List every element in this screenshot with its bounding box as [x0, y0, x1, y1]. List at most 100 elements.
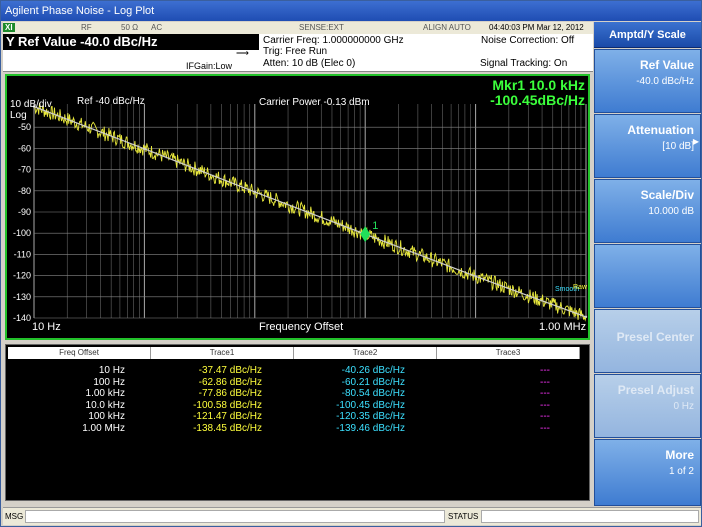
ref-value-value: -40.0 dBc/Hz	[636, 76, 694, 87]
title-bar: Agilent Phase Noise - Log Plot	[1, 1, 701, 21]
msg-label: MSG	[5, 512, 24, 521]
col-freq-offset: Freq Offset	[8, 347, 151, 359]
y-tick-label: -60	[18, 143, 31, 153]
app-window: Agilent Phase Noise - Log Plot XI RF 50 …	[0, 0, 702, 527]
msg-field	[25, 510, 445, 523]
ref-label: Ref -40 dBc/Hz	[77, 96, 145, 107]
freq-offset-cell: 100 Hz	[93, 376, 125, 388]
scale-label: 10 dB/div	[10, 99, 52, 110]
raw-trace-line	[33, 102, 587, 322]
coupling-label: AC	[151, 23, 163, 32]
freq-offset-cell: 1.00 kHz	[85, 388, 125, 399]
trace2-cell: -100.45 dBc/Hz	[336, 399, 405, 411]
more-title: More	[665, 448, 694, 462]
bottom-status-bar: MSG STATUS	[3, 507, 701, 525]
x-start-label: 10 Hz	[32, 321, 61, 333]
attenuation-softkey[interactable]: Attenuation [10 dB] ▶	[594, 114, 701, 178]
ref-value-softkey[interactable]: Ref Value -40.0 dBc/Hz	[594, 49, 701, 113]
y-tick-label: -90	[18, 207, 31, 217]
more-softkey[interactable]: More 1 of 2	[594, 439, 701, 506]
datetime-label: 04:40:03 PM Mar 12, 2012	[489, 23, 584, 32]
submenu-arrow-icon: ▶	[692, 137, 699, 146]
y-tick-label: -70	[18, 165, 31, 175]
active-function-ref-value: Y Ref Value -40.0 dBc/Hz	[3, 34, 259, 50]
trace3-cell: ---	[540, 365, 550, 376]
table-row: 10 Hz -37.47 dBc/Hz -40.26 dBc/Hz ---	[8, 365, 580, 376]
freq-offset-cell: 1.00 MHz	[82, 422, 125, 434]
y-tick-label: -120	[13, 271, 31, 281]
trace2-cell: -139.46 dBc/Hz	[336, 422, 405, 434]
y-tick-label: -140	[13, 313, 31, 323]
trace1-cell: -121.47 dBc/Hz	[193, 411, 262, 422]
freq-offset-cell: 10 Hz	[98, 365, 125, 376]
scale-div-value: 10.000 dB	[648, 206, 694, 217]
trace2-cell: -40.26 dBc/Hz	[341, 365, 405, 376]
smooth-trace-point	[143, 147, 146, 151]
carrier-power-label: Carrier Power -0.13 dBm	[259, 97, 370, 108]
table-row: 1.00 MHz -138.45 dBc/Hz -139.46 dBc/Hz ---	[8, 423, 580, 434]
y-tick-label: -130	[13, 292, 31, 302]
trace3-cell: ---	[540, 422, 550, 434]
col-trace2: Trace2	[294, 347, 437, 359]
y-tick-label: -100	[13, 228, 31, 238]
trace-table: Freq Offset Trace1 Trace2 Trace3 10 Hz -3…	[5, 344, 590, 501]
trace3-cell: ---	[540, 399, 550, 411]
align-label: ALIGN AUTO	[423, 23, 471, 32]
empty-softkey[interactable]	[594, 244, 701, 308]
presel-center-softkey[interactable]: Presel Center	[594, 309, 701, 373]
window-title: Agilent Phase Noise - Log Plot	[5, 5, 155, 17]
marker-id-label: 1	[372, 220, 378, 232]
carrier-freq: Carrier Freq: 1.000000000 GHz	[263, 35, 404, 46]
trig-mode: Trig: Free Run	[263, 46, 328, 57]
y-tick-label: -80	[18, 186, 31, 196]
marker-value: -100.45dBc/Hz	[490, 92, 585, 108]
phase-noise-graph[interactable]: -50 -60 -70 -80 -90 -100 -110 -120 -130 -140 1 10 …	[5, 74, 590, 340]
noise-correction: Noise Correction: Off	[481, 35, 575, 46]
col-trace1: Trace1	[151, 347, 294, 359]
trace1-cell: -138.45 dBc/Hz	[193, 422, 262, 434]
channel-badge: XI	[3, 23, 15, 32]
ref-value-title: Ref Value	[639, 58, 694, 72]
presel-adjust-title: Presel Adjust	[617, 383, 694, 397]
arrow-icon: ⟶	[236, 48, 249, 58]
trace3-cell: ---	[540, 388, 550, 399]
table-row: 1.00 kHz -77.86 dBc/Hz -80.54 dBc/Hz ---	[8, 388, 580, 399]
table-row: 10.0 kHz -100.58 dBc/Hz -100.45 dBc/Hz ---	[8, 400, 580, 411]
table-row: 100 kHz -121.47 dBc/Hz -120.35 dBc/Hz ---	[8, 411, 580, 422]
attenuation-title: Attenuation	[627, 123, 694, 137]
trace2-cell: -120.35 dBc/Hz	[336, 411, 405, 422]
trace2-cell: -60.21 dBc/Hz	[341, 376, 405, 388]
scale-div-softkey[interactable]: Scale/Div 10.000 dB	[594, 179, 701, 243]
signal-tracking: Signal Tracking: On	[480, 58, 568, 69]
smooth-trace-point	[253, 190, 256, 194]
ifgain-setting: IFGain:Low	[186, 61, 233, 71]
attenuation-value: [10 dB]	[662, 141, 694, 152]
y-tick-label: -50	[18, 122, 31, 132]
measurement-info-bar: Y Ref Value -40.0 dBc/Hz Carrier Freq: 1…	[3, 34, 593, 72]
rf-label: RF	[81, 23, 92, 32]
raw-label: Raw	[573, 284, 588, 291]
x-center-label: Frequency Offset	[259, 321, 344, 333]
softkey-menu-title: Amptd/Y Scale	[594, 22, 701, 48]
softkey-panel: Amptd/Y Scale Ref Value -40.0 dBc/Hz Att…	[594, 22, 701, 507]
trace2-cell: -80.54 dBc/Hz	[341, 388, 405, 399]
trace1-cell: -37.47 dBc/Hz	[198, 365, 262, 376]
freq-offset-cell: 100 kHz	[88, 411, 125, 422]
y-tick-label: -110	[14, 249, 31, 259]
more-value: 1 of 2	[668, 466, 694, 477]
presel-adjust-softkey[interactable]: Presel Adjust 0 Hz	[594, 374, 701, 438]
table-row: 100 Hz -62.86 dBc/Hz -60.21 dBc/Hz ---	[8, 377, 580, 388]
status-field	[481, 510, 699, 523]
marker-freq: Mkr1 10.0 kHz	[492, 77, 585, 93]
presel-center-title: Presel Center	[616, 330, 694, 344]
trace3-cell: ---	[540, 376, 550, 388]
status-label: STATUS	[448, 512, 479, 521]
presel-adjust-value: 0 Hz	[673, 401, 694, 412]
scale-div-title: Scale/Div	[640, 188, 694, 202]
status-row: XI RF 50 Ω AC SENSE:EXT ALIGN AUTO 04:40…	[3, 22, 593, 34]
log-label: Log	[10, 110, 27, 121]
sense-label: SENSE:EXT	[299, 23, 344, 32]
freq-offset-cell: 10.0 kHz	[85, 399, 125, 411]
smooth-trace-point	[474, 275, 477, 278]
trace1-cell: -100.58 dBc/Hz	[193, 399, 262, 411]
